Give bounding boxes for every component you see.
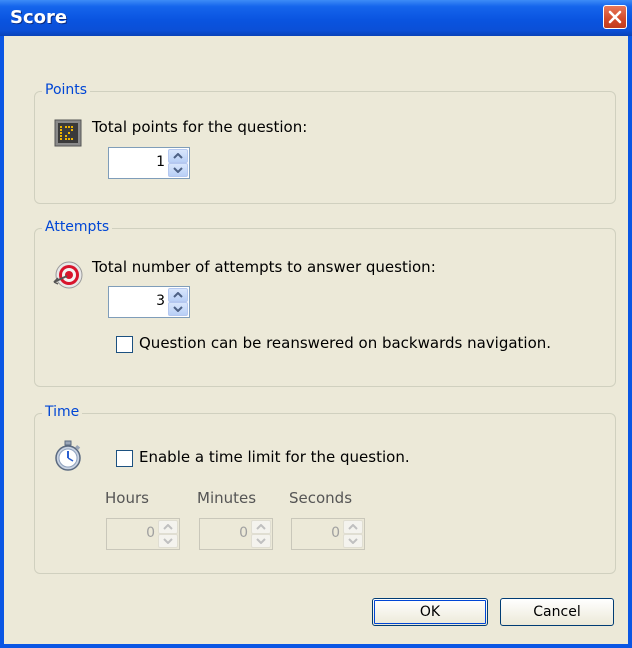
attempts-legend: Attempts: [42, 219, 113, 235]
hours-up-button[interactable]: [158, 520, 178, 534]
reanswer-checkbox[interactable]: [116, 336, 133, 353]
time-limit-label[interactable]: Enable a time limit for the question.: [139, 448, 410, 466]
points-up-button[interactable]: [168, 149, 188, 163]
attempts-spinner[interactable]: 3: [108, 286, 190, 318]
cancel-button[interactable]: Cancel: [500, 598, 614, 626]
title-bar[interactable]: Score: [0, 0, 632, 36]
dialog-body: Points Total points for the question: 1: [4, 36, 628, 644]
arrow-down-icon: [256, 538, 266, 544]
seconds-spinner[interactable]: 0: [291, 518, 365, 550]
points-legend: Points: [42, 82, 91, 98]
arrow-up-icon: [256, 524, 266, 530]
close-button[interactable]: [603, 5, 627, 29]
arrow-down-icon: [173, 167, 183, 173]
attempts-up-button[interactable]: [168, 288, 188, 302]
arrow-down-icon: [348, 538, 358, 544]
attempts-value[interactable]: 3: [156, 293, 165, 309]
arrow-down-icon: [163, 538, 173, 544]
seconds-down-button[interactable]: [343, 534, 363, 548]
hours-label: Hours: [105, 489, 149, 507]
points-down-button[interactable]: [168, 163, 188, 177]
minutes-spinner[interactable]: 0: [199, 518, 273, 550]
points-value[interactable]: 1: [156, 154, 165, 170]
window-title: Score: [10, 7, 68, 28]
time-limit-checkbox[interactable]: [116, 450, 133, 467]
arrow-down-icon: [173, 306, 183, 312]
minutes-up-button[interactable]: [251, 520, 271, 534]
arrow-up-icon: [173, 153, 183, 159]
attempts-down-button[interactable]: [168, 302, 188, 316]
time-legend: Time: [42, 404, 83, 420]
minutes-down-button[interactable]: [251, 534, 271, 548]
attempts-label: Total number of attempts to answer quest…: [92, 258, 436, 276]
hours-spinner[interactable]: 0: [106, 518, 180, 550]
hours-down-button[interactable]: [158, 534, 178, 548]
score-dialog: Score Points Total points for the questi…: [0, 0, 632, 648]
minutes-value[interactable]: 0: [239, 525, 248, 541]
ok-button[interactable]: OK: [372, 598, 488, 626]
seconds-up-button[interactable]: [343, 520, 363, 534]
scoreboard-icon: [54, 119, 82, 147]
hours-value[interactable]: 0: [146, 525, 155, 541]
arrow-up-icon: [163, 524, 173, 530]
seconds-label: Seconds: [289, 489, 353, 507]
target-icon: [53, 261, 83, 289]
seconds-value[interactable]: 0: [331, 525, 340, 541]
stopwatch-icon: [55, 440, 81, 471]
points-spinner[interactable]: 1: [108, 147, 190, 179]
minutes-label: Minutes: [197, 489, 257, 507]
reanswer-label[interactable]: Question can be reanswered on backwards …: [139, 334, 551, 352]
points-label: Total points for the question:: [92, 118, 308, 136]
arrow-up-icon: [348, 524, 358, 530]
close-icon: [608, 10, 622, 24]
arrow-up-icon: [173, 292, 183, 298]
